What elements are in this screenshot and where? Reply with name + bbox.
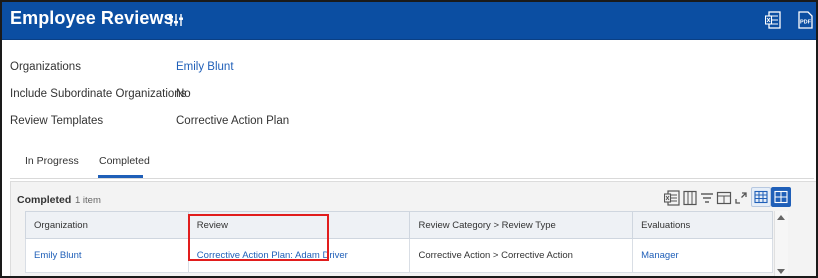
sliders-icon[interactable] [168,12,184,28]
pdf-icon-text: PDF [800,20,812,26]
reviews-table: Organization Review Review Category > Re… [25,211,773,273]
tab-in-progress[interactable]: In Progress [25,155,79,167]
table-view-icon [754,190,768,204]
scroll-down-arrow-icon[interactable] [776,268,786,276]
column-header-review-category[interactable]: Review Category > Review Type [409,211,634,239]
export-pdf-icon[interactable]: PDF [797,11,813,29]
scroll-up-arrow-icon[interactable] [776,213,786,221]
field-label-organizations: Organizations [10,61,81,73]
grid-item-count: 1 item [75,195,101,206]
export-excel-icon[interactable] [664,190,680,206]
cell-evaluations-link[interactable]: Manager [632,238,773,273]
fullscreen-icon[interactable] [733,190,749,206]
filter-icon[interactable] [699,190,715,206]
table-view-button[interactable] [751,187,771,207]
split-view-icon[interactable] [716,190,732,206]
table-row: Emily Blunt Corrective Action Plan: Adam… [25,238,773,273]
export-excel-icon[interactable] [765,11,781,29]
field-value-include-subordinate: No [176,88,191,100]
cell-review-category: Corrective Action > Corrective Action [409,238,634,273]
grid-title: Completed [17,194,72,206]
field-label-include-subordinate: Include Subordinate Organizations [10,88,187,100]
column-header-organization[interactable]: Organization [25,211,189,239]
grid-view-button[interactable] [771,187,791,207]
columns-icon[interactable] [682,190,698,206]
app-window: Employee Reviews PDF Organizations Emily… [0,0,818,278]
table-header-row: Organization Review Review Category > Re… [25,211,773,239]
field-value-review-templates: Corrective Action Plan [176,115,290,127]
page-title: Employee Reviews [10,8,174,28]
header-bar: Employee Reviews PDF [2,2,816,40]
field-value-organizations-link[interactable]: Emily Blunt [176,61,234,73]
tabs-divider [10,178,814,179]
field-label-review-templates: Review Templates [10,115,104,127]
grid-view-icon [774,190,788,204]
column-header-evaluations[interactable]: Evaluations [632,211,773,239]
review-column-highlight [188,214,329,261]
cell-organization-link[interactable]: Emily Blunt [25,238,189,273]
tab-completed[interactable]: Completed [99,155,150,167]
